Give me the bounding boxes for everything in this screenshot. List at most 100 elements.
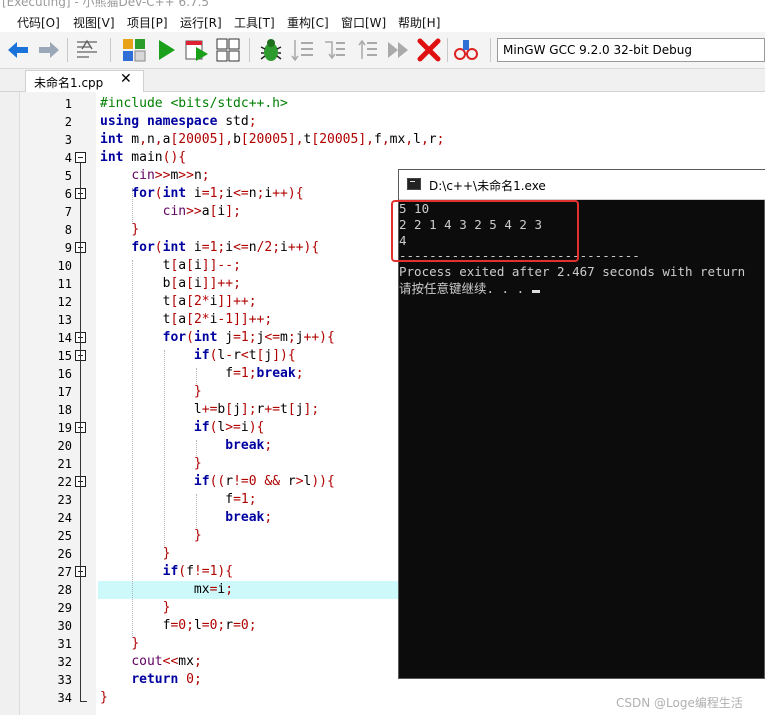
code-line: t[a[2*i-1]]++;	[100, 312, 273, 327]
fold-line	[80, 163, 81, 701]
step-over-icon[interactable]	[290, 37, 316, 63]
code-line: break;	[225, 510, 273, 525]
line-number: 13	[57, 313, 72, 327]
watermark: CSDN @Loge编程生活	[616, 696, 743, 710]
line-number: 17	[57, 385, 72, 399]
line-number: 7	[64, 205, 72, 219]
line-number: 12	[57, 295, 72, 309]
editor-tab-bar: 未命名1.cpp ✕	[0, 69, 765, 92]
menu-run[interactable]: 运行[R]	[180, 14, 222, 31]
line-number: 16	[57, 367, 72, 381]
menu-refactor[interactable]: 重构[C]	[287, 14, 329, 31]
code-line: cout<<mx;	[131, 654, 202, 669]
code-line: using namespace std;	[100, 114, 257, 129]
line-number: 3	[64, 133, 72, 147]
code-line: #include <bits/stdc++.h>	[100, 96, 288, 111]
menu-code[interactable]: 代码[O]	[17, 14, 60, 31]
menu-window[interactable]: 窗口[W]	[341, 14, 386, 31]
line-number: 18	[57, 403, 72, 417]
compile-icon[interactable]	[121, 37, 147, 63]
fold-end	[80, 701, 87, 702]
console-cursor	[531, 290, 540, 293]
code-line: cin>>a[i];	[162, 204, 241, 219]
line-number: 30	[57, 619, 72, 633]
fold-toggle[interactable]	[75, 152, 86, 163]
close-icon[interactable]: ✕	[120, 71, 132, 87]
line-number: 15	[57, 349, 72, 363]
console-prompt-line: 请按任意键继续. . .	[399, 281, 540, 297]
step-into-icon[interactable]	[322, 37, 348, 63]
menu-tools[interactable]: 工具[T]	[234, 14, 275, 31]
line-number: 27	[57, 565, 72, 579]
code-line: if(l-r<t[j]){	[193, 348, 296, 363]
line-number: 4	[64, 151, 72, 165]
code-line: if(f!=1){	[162, 564, 234, 579]
console-icon	[407, 178, 421, 190]
forward-arrow-icon[interactable]	[36, 37, 62, 63]
menu-help[interactable]: 帮助[H]	[398, 14, 440, 31]
stop-icon[interactable]	[416, 37, 442, 63]
menu-bar: 代码[O] 视图[V] 项目[P] 运行[R] 工具[T] 重构[C] 窗口[W…	[0, 10, 765, 32]
back-arrow-icon[interactable]	[5, 37, 31, 63]
line-number: 2	[64, 115, 72, 129]
line-number: 9	[64, 241, 72, 255]
toolbar-separator	[447, 38, 448, 62]
line-number: 22	[57, 475, 72, 489]
run-icon[interactable]	[153, 37, 179, 63]
compile-run-icon[interactable]	[184, 37, 210, 63]
toolbar-separator	[110, 38, 111, 62]
window-title-bar: [Executing] - 小熊猫Dev-C++ 6.7.5	[0, 0, 765, 8]
code-line: cin>>m>>n;	[131, 168, 210, 183]
window-title: [Executing] - 小熊猫Dev-C++ 6.7.5	[2, 0, 210, 8]
console-title: D:\c++\未命名1.exe	[429, 179, 546, 193]
code-line: t[a[2*i]]++;	[100, 294, 257, 309]
code-line: for(int i=1;i<=n/2;i++){	[131, 240, 320, 255]
console-prompt: 请按任意键继续. . .	[399, 281, 532, 296]
debug-icon[interactable]	[258, 37, 284, 63]
line-number: 14	[57, 331, 72, 345]
compiler-select[interactable]: MinGW GCC 9.2.0 32-bit Debug	[497, 38, 765, 62]
line-number: 19	[57, 421, 72, 435]
code-line: }	[193, 456, 202, 471]
code-line: if(l>=i){	[193, 420, 265, 435]
line-number: 33	[57, 673, 72, 687]
code-line: break;	[225, 438, 273, 453]
code-line: }	[162, 546, 171, 561]
code-line: if((r!=0 && r>l)){	[193, 474, 335, 489]
line-number: 32	[57, 655, 72, 669]
code-line: mx=i;	[100, 582, 234, 597]
code-line: }	[100, 690, 108, 705]
compiler-select-value: MinGW GCC 9.2.0 32-bit Debug	[503, 43, 693, 57]
line-number: 6	[64, 187, 72, 201]
format-icon[interactable]	[74, 37, 100, 63]
code-line: for(int i=1;i<=n;i++){	[131, 186, 304, 201]
line-number: 26	[57, 547, 72, 561]
console-title-bar[interactable]: D:\c++\未命名1.exe	[399, 170, 765, 200]
code-line: }	[162, 600, 171, 615]
rebuild-icon[interactable]	[215, 37, 241, 63]
menu-view[interactable]: 视图[V]	[73, 14, 115, 31]
editor-tab[interactable]: 未命名1.cpp ✕	[25, 70, 144, 92]
code-line: int main(){	[100, 150, 187, 165]
console-line: Process exited after 2.467 seconds with …	[399, 264, 746, 279]
line-number: 21	[57, 457, 72, 471]
code-line: for(int j=1;j<=m;j++){	[162, 330, 335, 345]
continue-icon[interactable]	[385, 37, 411, 63]
toolbar: MinGW GCC 9.2.0 32-bit Debug	[0, 32, 765, 69]
line-number: 29	[57, 601, 72, 615]
editor-tab-label: 未命名1.cpp	[34, 76, 104, 90]
toolbar-separator	[490, 38, 491, 62]
line-number: 23	[57, 493, 72, 507]
line-number: 8	[64, 223, 72, 237]
menu-project[interactable]: 项目[P]	[127, 14, 168, 31]
line-number: 34	[57, 691, 72, 705]
step-out-icon[interactable]	[354, 37, 380, 63]
line-number: 10	[57, 259, 72, 273]
line-number: 31	[57, 637, 72, 651]
line-number: 28	[57, 583, 72, 597]
line-number: 20	[57, 439, 72, 453]
code-line: }	[131, 636, 140, 651]
code-line: }	[131, 222, 140, 237]
problem-icon[interactable]	[453, 37, 479, 63]
toolbar-separator	[67, 38, 68, 62]
